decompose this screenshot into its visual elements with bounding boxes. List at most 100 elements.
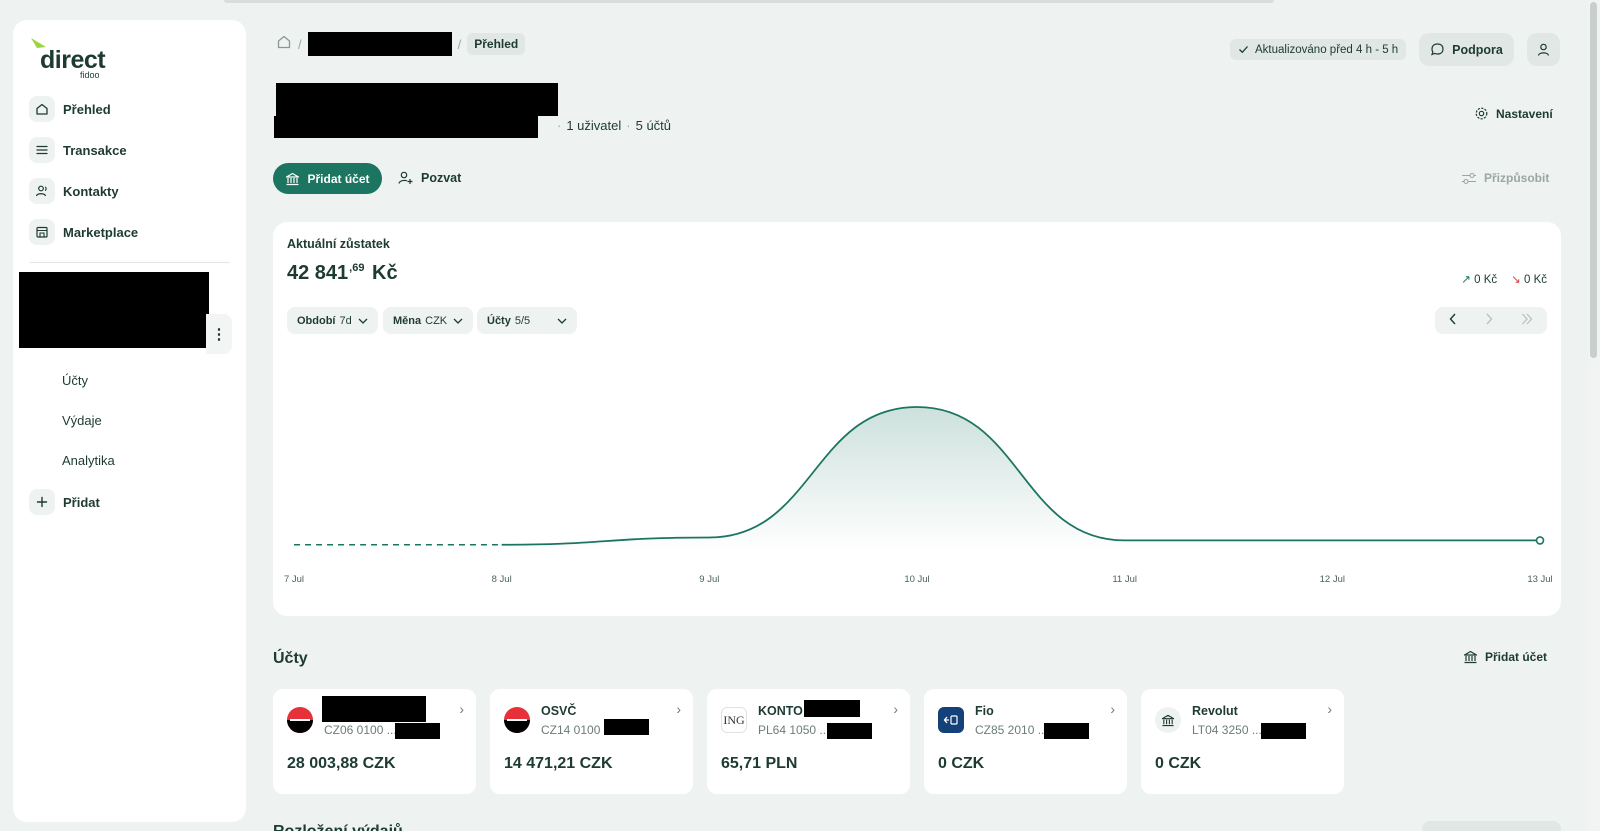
account-iban-redacted [1261,723,1306,739]
add-account-button[interactable]: Přidat účet [273,163,382,194]
chart-tick-label: 13 Jul [1527,574,1552,585]
account-iban: CZ85 2010 ... [975,723,1048,737]
account-balance: 0 CZK [938,755,985,772]
next-section-button[interactable] [1422,821,1561,831]
support-button[interactable]: Podpora [1419,33,1514,66]
account-iban: PL64 1050 ... [758,723,830,737]
chevron-left-icon[interactable] [1449,313,1457,328]
settings-button[interactable]: Nastavení [1474,106,1553,121]
chart-tick-label: 11 Jul [1112,574,1137,585]
current-balance: 42 841,69 Kč [287,262,398,285]
user-menu-button[interactable] [1527,33,1560,66]
account-iban-redacted [395,723,440,739]
settings-label: Nastavení [1496,106,1553,121]
chart-tick-label: 7 Jul [284,574,304,585]
account-balance: 0 CZK [1155,755,1202,772]
store-icon [29,219,55,245]
account-balance: 28 003,88 CZK [287,755,396,772]
balance-chart[interactable]: 7 Jul 8 Jul 9 Jul 10 Jul 11 Jul 12 Jul 13 Jul [273,342,1561,612]
sidebar-add-label: Přidat [63,494,100,510]
chevron-right-icon: › [1327,701,1332,717]
account-name: Fio [975,704,994,718]
chat-icon [1431,43,1444,56]
org-name-redacted[interactable] [19,272,209,348]
chart-tick-label: 10 Jul [904,574,929,585]
chart-point-last[interactable] [1535,536,1545,545]
sidebar-sub-item-analytika[interactable]: Analytika [62,453,115,468]
filter-value: 7d [339,314,352,327]
period-filter[interactable]: Období 7d [287,307,378,334]
sidebar-divider [30,262,230,263]
add-user-icon [398,171,413,184]
account-iban: CZ14 0100 ... [541,723,614,737]
kb-logo [287,707,313,733]
account-name-redacted [804,700,860,717]
account-card[interactable]: CZ06 0100 ... › 28 003,88 CZK [273,689,476,794]
arrow-down-right-icon: ↘ [1511,274,1521,286]
account-card[interactable]: OSVČ CZ14 0100 ... › 14 471,21 CZK [490,689,693,794]
customize-button[interactable]: Přizpůsobit [1461,171,1549,185]
ing-logo: ING [721,707,747,733]
currency-filter[interactable]: Měna CZK [383,307,474,334]
direct-logo[interactable]: direct fidoo [30,36,120,80]
fio-logo [938,707,964,733]
breadcrumb-org-redacted[interactable] [307,32,452,56]
chart-tick-label: 8 Jul [492,574,512,585]
account-name: OSVČ [541,704,577,718]
account-name: Revolut [1192,704,1238,718]
balance-currency: Kč [372,262,398,284]
outflow: ↘ 0 Kč [1511,272,1547,286]
chevron-right-icon[interactable] [1485,313,1493,328]
org-more-icon[interactable]: ⋮ [206,314,232,354]
chart-tick-label: 9 Jul [699,574,719,585]
sidebar-item-transakce[interactable]: Transakce [29,137,127,163]
scrollbar-thumb[interactable] [1590,2,1597,358]
sidebar-item-prehled[interactable]: Přehled [29,96,111,122]
add-account-link[interactable]: Přidat účet [1463,650,1547,664]
sidebar-item-label: Přehled [63,101,111,117]
breadcrumb-home-icon[interactable] [276,34,292,55]
breadcrumb-separator: / [457,36,462,52]
kb-logo [504,707,530,733]
chevron-right-icon: › [459,701,464,717]
sidebar-item-kontakty[interactable]: Kontakty [29,178,119,204]
sidebar-item-marketplace[interactable]: Marketplace [29,219,138,245]
bank-icon [286,172,300,185]
plus-icon [29,489,55,515]
chevron-double-right-icon[interactable] [1521,313,1533,328]
breadcrumb-separator: / [298,36,302,52]
bank-icon [1463,650,1478,664]
sidebar: direct fidoo Přehled Transakce Kontakty … [13,20,246,822]
invite-button[interactable]: Pozvat [397,170,461,185]
updated-badge: Aktualizováno před 4 h - 5 h [1230,39,1407,60]
chart-area-fill [294,407,1540,552]
balance-card-title: Aktuální zůstatek [287,237,390,251]
check-icon [1239,46,1248,54]
top-progress-line [224,0,1274,3]
cash-flows: ↗ 0 Kč ↘ 0 Kč [1461,272,1547,286]
account-balance: 14 471,21 CZK [504,755,613,772]
breadcrumb-current: Přehled [467,33,526,55]
sliders-icon [1462,172,1476,184]
chevron-right-icon: › [893,701,898,717]
account-card[interactable]: Fio CZ85 2010 ... › 0 CZK [924,689,1127,794]
chevron-right-icon: › [1110,701,1115,717]
sidebar-sub-item-vydaje[interactable]: Výdaje [62,413,102,428]
account-card[interactable]: ING KONTO PL64 1050 ... › 65,71 PLN [707,689,910,794]
support-label: Podpora [1452,42,1503,57]
add-account-link-label: Přidat účet [1485,650,1548,664]
accounts-filter[interactable]: Účty 5/5 [477,307,577,334]
account-iban: LT04 3250 ... [1192,723,1262,737]
chart-pager [1435,307,1547,334]
updated-text: Aktualizováno před 4 h - 5 h [1255,43,1399,56]
sidebar-item-label: Marketplace [63,224,139,240]
next-section-title: Rozložení výdajů [273,823,403,831]
sidebar-item-label: Kontakty [63,183,119,199]
outflow-value: 0 Kč [1523,274,1547,286]
account-iban-redacted [604,719,649,735]
home-icon [29,96,55,122]
sidebar-add-button[interactable]: Přidat [29,489,100,515]
account-card[interactable]: Revolut LT04 3250 ... › 0 CZK [1141,689,1344,794]
sidebar-sub-item-ucty[interactable]: Účty [62,373,88,388]
org-meta: · 1 uživatel · 5 účtů [557,118,672,133]
